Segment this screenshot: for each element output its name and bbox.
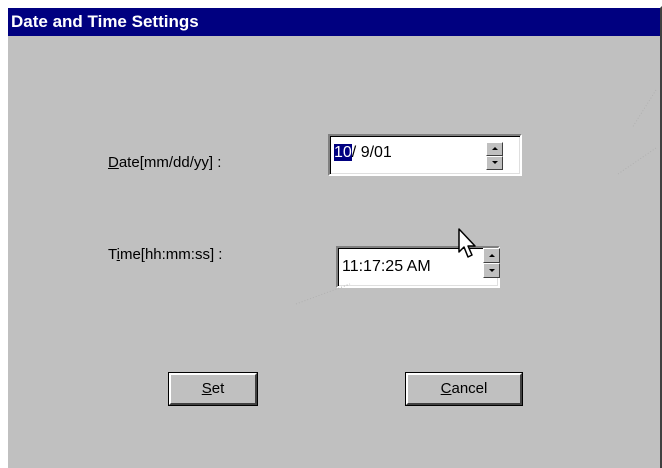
background-sketch [617, 89, 657, 175]
set-button[interactable]: Set [168, 372, 258, 406]
arrow-up-icon [489, 254, 495, 257]
title-bar[interactable]: Date and Time Settings [8, 8, 660, 36]
arrow-up-icon [492, 147, 498, 150]
time-spin-down-button[interactable] [483, 263, 500, 278]
date-month-selection: 10 [334, 144, 352, 161]
date-label: Date[mm/dd/yy] : [108, 154, 222, 171]
date-spin-down-button[interactable] [486, 156, 503, 170]
dialog-window: Date and Time Settings Date[mm/dd/yy] : … [6, 6, 662, 468]
date-value: 10/ 9/01 [334, 144, 392, 161]
cancel-button[interactable]: Cancel [405, 372, 523, 406]
date-spinner[interactable] [486, 142, 503, 170]
mouse-pointer-icon [458, 228, 476, 258]
arrow-down-icon [489, 269, 495, 272]
time-label: Time[hh:mm:ss] : [108, 246, 223, 263]
window-title: Date and Time Settings [11, 12, 199, 31]
arrow-down-icon [492, 161, 498, 164]
background-sketch [295, 283, 351, 305]
date-spin-up-button[interactable] [486, 142, 503, 156]
time-value: 11:17:25 AM [342, 258, 431, 275]
time-spin-up-button[interactable] [483, 248, 500, 263]
time-spinner[interactable] [483, 248, 500, 278]
